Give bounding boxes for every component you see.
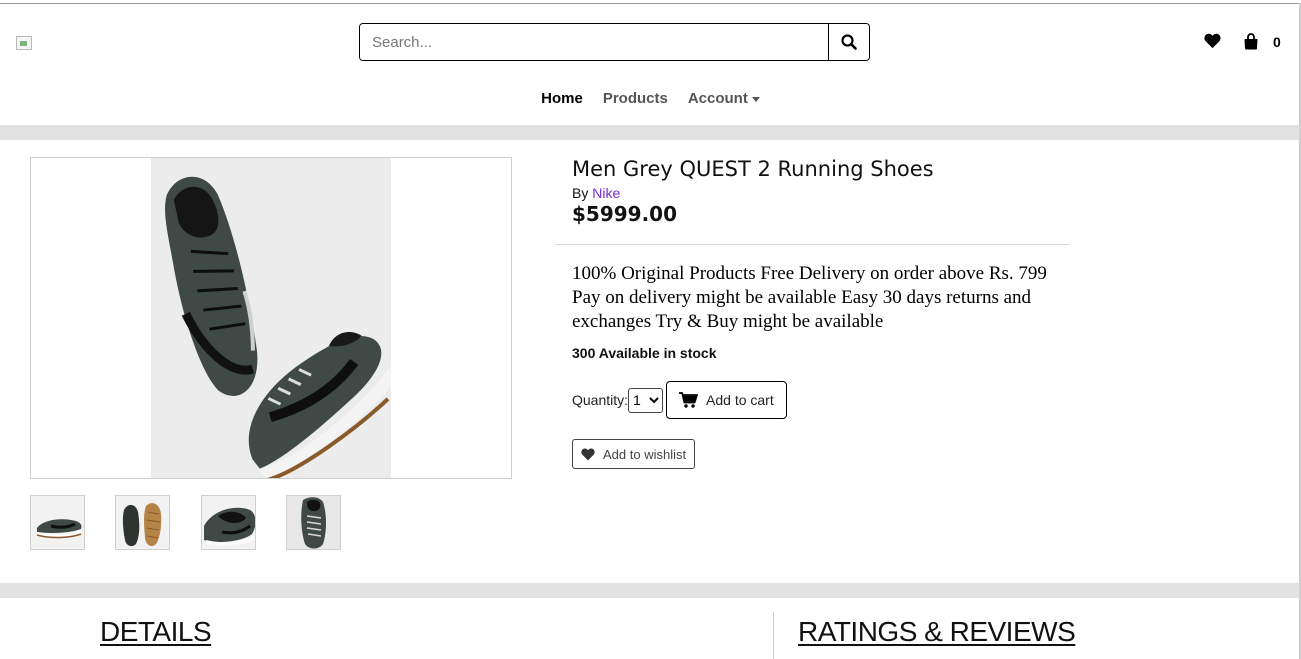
product-thumbnail-4[interactable] [286,495,341,550]
quantity-select[interactable]: 1 [628,387,664,413]
nav-item-account[interactable]: Account [678,90,770,107]
site-logo[interactable] [16,36,32,50]
thumbnail-image [31,496,84,549]
search-icon [841,34,857,50]
main-nav: Home Products Account [0,90,1301,107]
heart-icon [581,447,595,460]
search-button[interactable] [828,24,869,60]
product-thumbnail-3[interactable] [201,495,256,550]
caret-down-icon [751,96,760,102]
product-thumbnail-1[interactable] [30,495,85,550]
thumbnail-image [116,496,169,549]
thumbnail-image [287,496,340,549]
nav-item-account-label: Account [687,90,748,107]
add-to-cart-label: Add to cart [706,392,774,408]
search-bar [359,23,870,61]
search-input[interactable] [360,24,828,60]
product-title: Men Grey QUEST 2 Running Shoes [572,157,934,181]
brand-link[interactable]: Nike [592,185,620,201]
product-price: $5999.00 [572,202,678,226]
details-heading[interactable]: DETAILS [100,616,212,648]
product-main-image [30,157,512,482]
nav-item-products[interactable]: Products [593,90,678,107]
column-divider [773,612,774,659]
by-label: By [572,185,589,201]
heart-icon [1204,33,1221,49]
add-to-wishlist-button[interactable]: Add to wishlist [572,439,696,469]
top-border [0,3,1301,4]
section-divider-band [0,583,1299,598]
product-description: 100% Original Products Free Delivery on … [572,263,1047,332]
add-to-cart-form: Quantity: 1 Add to cart [572,381,787,419]
shoe-pair-illustration [165,176,395,482]
shopping-bag-icon [1244,33,1258,50]
product-thumbnail-2[interactable] [115,495,170,550]
cart-link[interactable]: 0 [1243,33,1281,50]
divider [556,244,1069,245]
section-divider-band [0,125,1299,140]
add-to-wishlist-label: Add to wishlist [603,446,687,462]
nav-item-home[interactable]: Home [531,90,593,107]
product-photo [151,158,395,482]
ratings-reviews-heading[interactable]: RATINGS & REVIEWS [798,616,1076,648]
cart-icon [679,392,698,408]
stock-status: 300 Available in stock [572,345,717,361]
cart-count-badge: 0 [1273,33,1281,50]
thumbnail-image [202,496,255,549]
add-to-cart-button[interactable]: Add to cart [666,381,787,419]
product-brand-line: By Nike [572,185,620,201]
wishlist-link[interactable] [1204,33,1221,49]
quantity-label: Quantity: [572,392,629,408]
